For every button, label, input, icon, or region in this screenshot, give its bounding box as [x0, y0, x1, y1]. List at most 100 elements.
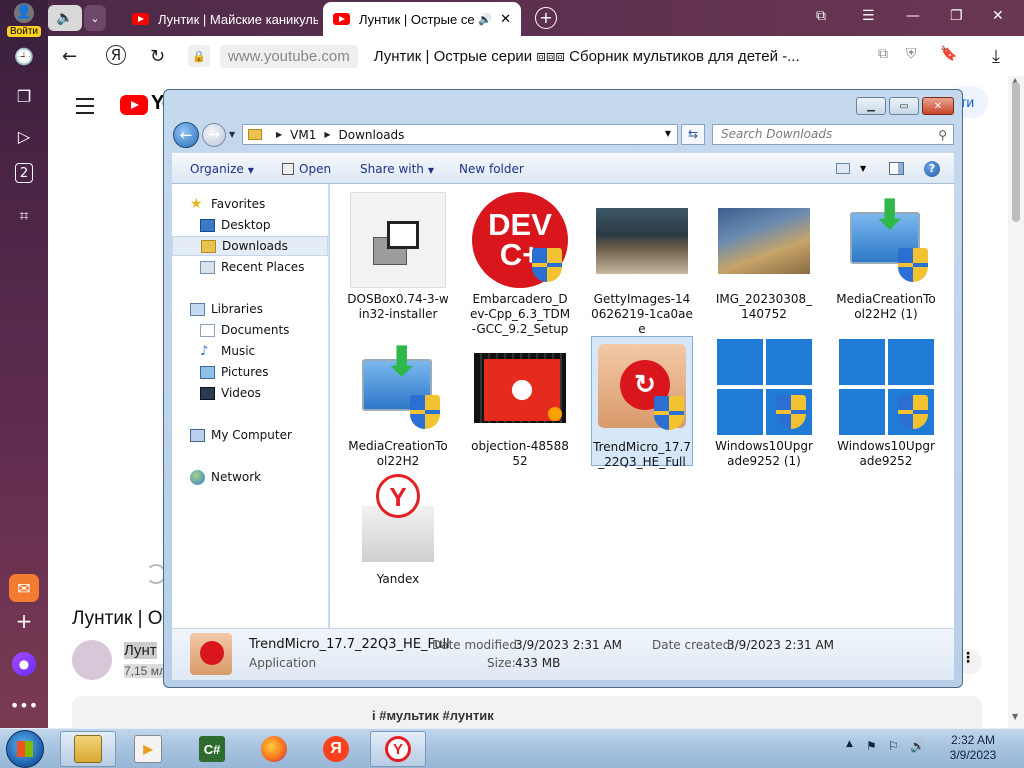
- new-tab-button[interactable]: +: [535, 7, 557, 29]
- nav-pictures[interactable]: Pictures: [172, 362, 356, 382]
- taskbar-csharp[interactable]: C#: [184, 731, 240, 767]
- close-icon[interactable]: ✕: [992, 8, 1004, 24]
- file-item[interactable]: Windows10Upgrade9252 (1): [713, 339, 815, 469]
- forward-button[interactable]: →: [202, 123, 226, 147]
- file-item[interactable]: IMG_20230308_140752: [713, 192, 815, 322]
- file-item[interactable]: ⬇ MediaCreationTool22H2: [347, 339, 449, 469]
- recent-pages-chevron-icon[interactable]: ▼: [229, 130, 235, 139]
- breadcrumb-vm1[interactable]: VM1: [290, 128, 316, 142]
- file-item[interactable]: Windows10Upgrade9252: [835, 339, 937, 469]
- scroll-down-icon[interactable]: ▼: [1012, 712, 1018, 721]
- file-item[interactable]: GettyImages-140626219-1ca0aee: [591, 192, 693, 337]
- documents-icon: [200, 323, 215, 337]
- start-button[interactable]: [6, 730, 44, 768]
- bookmarks-tab-icon[interactable]: ⧉: [816, 8, 826, 24]
- system-clock[interactable]: 2:32 AM 3/9/2023: [930, 733, 1016, 763]
- youtube-logo-icon[interactable]: [120, 95, 148, 115]
- reload-icon[interactable]: ↻: [150, 46, 165, 67]
- show-hidden-icons-icon[interactable]: ▲: [846, 739, 853, 749]
- breadcrumb-separator-icon[interactable]: ▶: [276, 130, 282, 139]
- nav-downloads[interactable]: Downloads: [172, 236, 328, 256]
- nav-network[interactable]: Network: [172, 467, 346, 487]
- tab-audio-icon[interactable]: 🔊: [478, 13, 492, 26]
- nav-music[interactable]: ♪ Music: [172, 341, 356, 361]
- action-center-icon[interactable]: ⚑: [866, 739, 877, 753]
- file-item-selected[interactable]: ↻ TrendMicro_17.7_22Q3_HE_Full: [591, 336, 693, 469]
- collections-icon[interactable]: ❐: [11, 83, 37, 109]
- volume-icon[interactable]: 🔊: [910, 739, 925, 753]
- breadcrumb-downloads[interactable]: Downloads: [339, 128, 405, 142]
- file-item[interactable]: DEV C+ Embarcadero_Dev-Cpp_6.3_TDM-GCC_9…: [469, 192, 571, 337]
- file-item[interactable]: ⬇ MediaCreationTool22H2 (1): [835, 192, 937, 322]
- change-view-icon[interactable]: [836, 163, 850, 174]
- two-icon[interactable]: 2: [15, 163, 33, 183]
- uac-shield-icon: [898, 248, 928, 282]
- nav-label: Documents: [221, 323, 290, 337]
- nav-documents[interactable]: Documents: [172, 320, 356, 340]
- back-arrow-icon[interactable]: ←: [62, 46, 77, 67]
- nav-recent-places[interactable]: Recent Places: [172, 257, 356, 277]
- new-folder-button[interactable]: New folder: [459, 162, 524, 176]
- explorer-maximize-button[interactable]: ▭: [889, 97, 919, 115]
- tab-close-icon[interactable]: ✕: [500, 11, 511, 27]
- login-button[interactable]: 👤 Войти: [4, 3, 44, 37]
- address-dropdown-icon[interactable]: ▼: [665, 129, 671, 138]
- channel-name[interactable]: Лунт: [124, 642, 157, 659]
- scrollbar-thumb[interactable]: [1012, 82, 1020, 222]
- organize-button[interactable]: Organize ▼: [190, 162, 254, 176]
- channel-avatar[interactable]: [72, 640, 112, 680]
- yandex-logo-icon[interactable]: Я: [106, 45, 126, 65]
- alice-assistant-icon[interactable]: ●: [12, 652, 36, 676]
- address-breadcrumb[interactable]: ▶ VM1 ▶ Downloads ▼: [242, 124, 678, 145]
- tab-lunti-active[interactable]: Лунтик | Острые сер 🔊 ✕: [323, 2, 521, 36]
- taskbar-explorer[interactable]: [60, 731, 116, 767]
- more-icon[interactable]: •••: [10, 692, 38, 718]
- preview-pane-icon[interactable]: [889, 162, 904, 175]
- file-item[interactable]: objection-4858852: [469, 339, 571, 469]
- reader-mode-icon[interactable]: ⧉: [878, 46, 888, 62]
- file-item[interactable]: DOSBox0.74-3-win32-installer: [347, 192, 449, 322]
- view-options-chevron-icon[interactable]: ▼: [860, 164, 866, 173]
- history-icon[interactable]: 🕘: [11, 43, 37, 69]
- refresh-button[interactable]: ⇆: [681, 124, 705, 145]
- protect-icon[interactable]: ⛨: [906, 46, 917, 62]
- nav-my-computer[interactable]: My Computer: [172, 425, 346, 445]
- open-button[interactable]: Open: [282, 162, 331, 176]
- file-item[interactable]: Y Yandex: [347, 472, 449, 587]
- help-icon[interactable]: ?: [924, 161, 940, 177]
- lock-icon[interactable]: 🔒: [188, 45, 210, 67]
- restore-icon[interactable]: ❐: [950, 8, 963, 24]
- bookmark-icon[interactable]: 🔖: [940, 46, 957, 62]
- explorer-close-button[interactable]: ✕: [922, 97, 954, 115]
- share-with-button[interactable]: Share with ▼: [360, 162, 434, 176]
- search-icon[interactable]: ⚲: [938, 126, 947, 145]
- add-icon[interactable]: +: [11, 608, 37, 634]
- search-input[interactable]: Search Downloads ⚲: [712, 124, 954, 145]
- mail-icon[interactable]: ✉: [9, 574, 39, 602]
- downloads-icon[interactable]: ⤓: [992, 46, 1000, 67]
- taskbar-media-player[interactable]: ▶: [120, 731, 176, 767]
- taskbar-firefox[interactable]: [246, 731, 302, 767]
- nav-label: Recent Places: [221, 260, 305, 274]
- nav-favorites[interactable]: ★ Favorites: [172, 194, 346, 214]
- screenshot-icon[interactable]: ⌗: [11, 203, 37, 229]
- page-scrollbar[interactable]: ▲ ▼: [1008, 76, 1024, 728]
- nav-videos[interactable]: Videos: [172, 383, 356, 403]
- menu-icon[interactable]: ☰: [862, 8, 875, 24]
- audio-tab-button[interactable]: 🔈: [48, 5, 82, 31]
- back-button[interactable]: ←: [173, 122, 199, 148]
- minimize-icon[interactable]: —: [906, 8, 920, 24]
- hamburger-menu-icon[interactable]: [76, 98, 94, 119]
- explorer-minimize-button[interactable]: ▁: [856, 97, 886, 115]
- taskbar-yandex[interactable]: Я: [308, 731, 364, 767]
- breadcrumb-separator-icon[interactable]: ▶: [324, 130, 330, 139]
- tab-lunti-may[interactable]: Лунтик | Майские каникулы: [132, 2, 318, 36]
- nav-libraries[interactable]: Libraries: [172, 299, 346, 319]
- tab-group-chevron-icon[interactable]: ⌄: [84, 5, 106, 31]
- url-field[interactable]: 🔒 www.youtube.com Лунтик | Острые серии …: [188, 41, 964, 71]
- play-icon[interactable]: ▷: [11, 123, 37, 149]
- taskbar-yandex-browser[interactable]: Y: [370, 731, 426, 767]
- nav-desktop[interactable]: Desktop: [172, 215, 356, 235]
- media-creation-icon: ⬇: [838, 192, 934, 288]
- flag-icon[interactable]: ⚐: [888, 739, 899, 753]
